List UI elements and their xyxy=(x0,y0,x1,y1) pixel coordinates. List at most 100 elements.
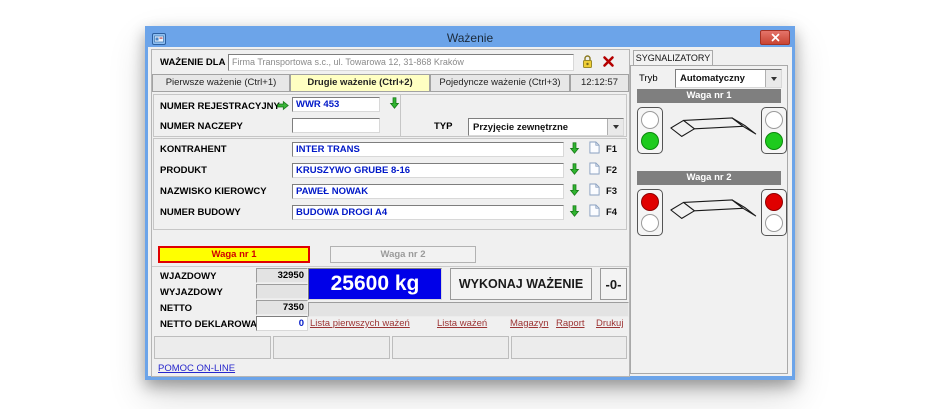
traffic-light-waga2-left xyxy=(637,189,663,236)
waga2-left-top-light xyxy=(641,193,659,211)
wjazdowy-value: 32950 xyxy=(257,269,307,282)
arrow-down-icon-kontrahent[interactable] xyxy=(568,141,581,155)
window-title: Ważenie xyxy=(148,31,792,45)
traffic-light-waga2-right xyxy=(761,189,787,236)
typ-dropdown[interactable]: Przyjęcie zewnętrzne xyxy=(468,118,624,136)
lock-icon[interactable] xyxy=(581,54,594,69)
desktop-background: Ważenie WAŻENIE DLA Firma Transportowa s… xyxy=(0,0,941,409)
produkt-input[interactable]: KRUSZYWO GRUBE 8-16 xyxy=(292,163,564,178)
netto-deklarowane-label: NETTO DEKLAROWANE xyxy=(160,319,270,330)
lista-wazen-link[interactable]: Lista ważeń xyxy=(437,318,487,329)
clock: 12:12:57 xyxy=(570,74,629,92)
drukuj-link[interactable]: Drukuj xyxy=(596,318,623,329)
traffic-light-waga1-right xyxy=(761,107,787,154)
wyjazdowy-value-box xyxy=(256,284,308,299)
wazenie-window: Ważenie WAŻENIE DLA Firma Transportowa s… xyxy=(145,26,795,380)
produkt-label: PRODUKT xyxy=(160,165,207,176)
numer-budowy-input[interactable]: BUDOWA DROGI A4 xyxy=(292,205,564,220)
netto-deklarowane-value: 0 xyxy=(257,317,307,330)
placeholder-panel-2 xyxy=(273,336,390,359)
fkey-label-f4: F4 xyxy=(606,207,617,218)
kontrahent-input[interactable]: INTER TRANS xyxy=(292,142,564,157)
arrow-down-icon-budowa[interactable] xyxy=(568,204,581,218)
waga1-left-bottom-light xyxy=(641,132,659,150)
netto-deklarowane-input[interactable]: 0 xyxy=(256,316,308,331)
sygnalizatory-page: Tryb Automatyczny Waga nr 1 xyxy=(630,65,788,374)
tryb-label: Tryb xyxy=(639,73,658,84)
nazwisko-kierowcy-input[interactable]: PAWEŁ NOWAK xyxy=(292,184,564,199)
wazenie-dla-input[interactable]: Firma Transportowa s.c., ul. Towarowa 12… xyxy=(228,54,574,71)
wykonaj-wazenie-button[interactable]: WYKONAJ WAŻENIE xyxy=(450,268,592,300)
numer-naczepy-input[interactable] xyxy=(292,118,380,133)
waga-1-header: Waga nr 1 xyxy=(637,89,781,103)
typ-dropdown-arrow-icon[interactable] xyxy=(607,119,623,135)
wazenie-dla-value: Firma Transportowa s.c., ul. Towarowa 12… xyxy=(229,55,573,69)
weighbridge-icon-waga2 xyxy=(665,192,759,228)
tab-drugie-wazenie[interactable]: Drugie ważenie (Ctrl+2) xyxy=(290,74,430,92)
status-field xyxy=(308,302,629,317)
document-icon-f2[interactable] xyxy=(589,162,600,175)
document-icon-f4[interactable] xyxy=(589,204,600,217)
produkt-value: KRUSZYWO GRUBE 8-16 xyxy=(293,164,563,177)
close-button[interactable] xyxy=(760,30,790,45)
arrow-down-icon-kierowca[interactable] xyxy=(568,183,581,197)
wjazdowy-label: WJAZDOWY xyxy=(160,271,216,282)
window-client-area: WAŻENIE DLA Firma Transportowa s.c., ul.… xyxy=(148,47,792,376)
signals-panel: SYGNALIZATORY Tryb Automatyczny Waga nr … xyxy=(630,49,790,375)
zero-button[interactable]: -0- xyxy=(600,268,627,300)
waga2-right-bottom-light xyxy=(765,214,783,232)
netto-value-box: 7350 xyxy=(256,300,308,315)
nazwisko-kierowcy-label: NAZWISKO KIEROWCY xyxy=(160,186,267,197)
tryb-dropdown[interactable]: Automatyczny xyxy=(675,69,782,88)
document-icon-f1[interactable] xyxy=(589,141,600,154)
numer-rejestracyjny-input[interactable]: WWR 453 xyxy=(292,97,380,112)
close-icon xyxy=(771,30,780,45)
fkey-label-f3: F3 xyxy=(606,186,617,197)
kontrahent-value: INTER TRANS xyxy=(293,143,563,156)
weighbridge-icon-waga1 xyxy=(665,110,759,146)
wjazdowy-value-box: 32950 xyxy=(256,268,308,283)
tab-sygnalizatory[interactable]: SYGNALIZATORY xyxy=(633,50,713,66)
numer-budowy-label: NUMER BUDOWY xyxy=(160,207,241,218)
raport-link[interactable]: Raport xyxy=(556,318,585,329)
netto-value: 7350 xyxy=(257,301,307,314)
numer-rejestracyjny-value: WWR 453 xyxy=(293,98,379,111)
waga2-right-top-light xyxy=(765,193,783,211)
waga-1-button[interactable]: Waga nr 1 xyxy=(158,246,310,263)
arrow-down-icon-produkt[interactable] xyxy=(568,162,581,176)
nazwisko-kierowcy-value: PAWEŁ NOWAK xyxy=(293,185,563,198)
placeholder-panel-4 xyxy=(511,336,627,359)
magazyn-link[interactable]: Magazyn xyxy=(510,318,549,329)
clear-weighing-icon[interactable] xyxy=(602,55,615,68)
lista-pierwszych-wazen-link[interactable]: Lista pierwszych ważeń xyxy=(310,318,410,329)
netto-label: NETTO xyxy=(160,303,192,314)
fkey-label-f1: F1 xyxy=(606,144,617,155)
section-divider xyxy=(152,266,629,267)
pomoc-online-link[interactable]: POMOC ON-LINE xyxy=(158,363,235,374)
kontrahent-label: KONTRAHENT xyxy=(160,144,227,155)
wyjazdowy-label: WYJAZDOWY xyxy=(160,287,223,298)
weighing-form-panel: WAŻENIE DLA Firma Transportowa s.c., ul.… xyxy=(151,49,630,377)
tryb-value: Automatyczny xyxy=(676,73,765,84)
numer-rejestracyjny-label: NUMER REJESTRACYJNY xyxy=(160,101,280,112)
fkey-label-f2: F2 xyxy=(606,165,617,176)
tab-pojedyncze-wazenie[interactable]: Pojedyncze ważenie (Ctrl+3) xyxy=(430,74,570,92)
waga1-right-bottom-light xyxy=(765,132,783,150)
waga2-left-bottom-light xyxy=(641,214,659,232)
waga-2-header: Waga nr 2 xyxy=(637,171,781,185)
placeholder-panel-1 xyxy=(154,336,271,359)
waga1-left-top-light xyxy=(641,111,659,129)
window-titlebar[interactable]: Ważenie xyxy=(148,29,792,47)
weight-display: 25600 kg xyxy=(308,268,442,300)
tryb-dropdown-arrow-icon[interactable] xyxy=(765,70,781,87)
arrow-down-icon-rejestracyjny[interactable] xyxy=(388,96,401,110)
traffic-light-waga1-left xyxy=(637,107,663,154)
document-icon-f3[interactable] xyxy=(589,183,600,196)
waga-2-button[interactable]: Waga nr 2 xyxy=(330,246,476,263)
numer-naczepy-label: NUMER NACZEPY xyxy=(160,121,243,132)
tab-pierwsze-wazenie[interactable]: Pierwsze ważenie (Ctrl+1) xyxy=(152,74,290,92)
typ-value: Przyjęcie zewnętrzne xyxy=(469,122,607,133)
numer-budowy-value: BUDOWA DROGI A4 xyxy=(293,206,563,219)
waga1-right-top-light xyxy=(765,111,783,129)
typ-label: TYP xyxy=(434,121,452,132)
